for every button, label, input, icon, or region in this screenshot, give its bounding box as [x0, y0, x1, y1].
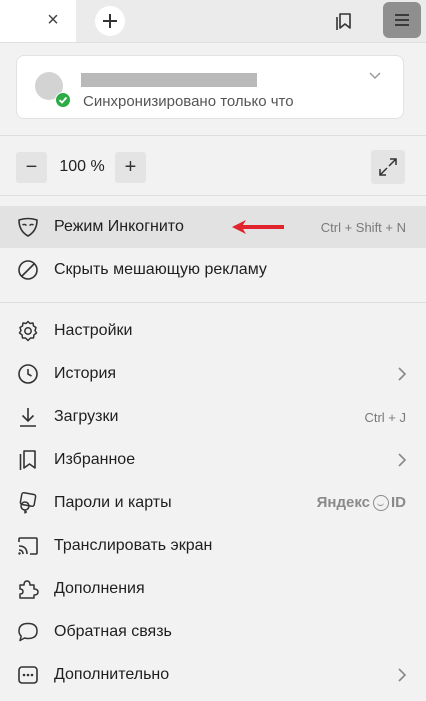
menu-item-block-ads[interactable]: Скрыть мешающую рекламу: [0, 249, 426, 291]
fullscreen-icon: [379, 158, 397, 176]
menu-item-incognito[interactable]: Режим Инкогнито Ctrl + Shift + N: [0, 206, 426, 248]
collections-button[interactable]: [331, 8, 357, 34]
menu-item-label: Скрыть мешающую рекламу: [54, 261, 267, 278]
yandex-id-logo-icon: [373, 494, 389, 511]
menu-item-feedback[interactable]: Обратная связь: [0, 611, 426, 653]
shortcut-hint: Ctrl + J: [364, 410, 406, 425]
divider: [0, 302, 426, 303]
menu-item-label: Дополнения: [54, 580, 145, 597]
plus-icon: [103, 14, 117, 28]
profile-name-redacted: [81, 73, 257, 87]
clock-icon: [18, 364, 38, 384]
chevron-right-icon: [398, 668, 407, 682]
yandex-id-badge: Яндекс ID: [317, 494, 406, 511]
minus-icon: −: [25, 156, 38, 178]
new-tab-button[interactable]: [95, 6, 125, 36]
yandex-id-suffix: ID: [391, 494, 406, 511]
plus-icon: +: [124, 156, 137, 178]
zoom-in-button[interactable]: +: [115, 152, 146, 183]
shortcut-hint: Ctrl + Shift + N: [320, 220, 406, 235]
browser-main-menu: Синхронизировано только что − 100 % + Ре…: [0, 42, 426, 701]
yandex-id-prefix: Яндекс: [316, 494, 370, 511]
menu-item-more[interactable]: Дополнительно: [0, 654, 426, 696]
menu-item-label: Режим Инкогнито: [54, 218, 184, 235]
menu-item-label: Загрузки: [54, 408, 119, 425]
main-menu-button[interactable]: [383, 2, 421, 38]
divider: [0, 195, 426, 196]
key-card-icon: [19, 491, 37, 514]
sync-badge: [55, 92, 71, 108]
hamburger-menu-icon: [395, 14, 409, 26]
fullscreen-button[interactable]: [371, 150, 405, 184]
block-icon: [18, 260, 38, 280]
sync-status: Синхронизировано только что: [83, 93, 294, 110]
zoom-controls: − 100 % +: [0, 135, 426, 196]
menu-item-passwords[interactable]: Пароли и карты Яндекс ID: [0, 482, 426, 524]
menu-item-label: Настройки: [54, 322, 133, 339]
browser-tab-bar: ×: [0, 0, 426, 42]
close-icon: ×: [47, 9, 59, 31]
download-icon: [20, 408, 36, 427]
active-tab[interactable]: ×: [0, 0, 76, 42]
menu-item-settings[interactable]: Настройки: [0, 310, 426, 352]
chevron-right-icon: [398, 453, 407, 467]
menu-item-history[interactable]: История: [0, 353, 426, 395]
cast-icon: [18, 537, 38, 555]
check-circle-icon: [56, 93, 70, 107]
menu-item-label: История: [54, 365, 117, 382]
menu-item-label: Транслировать экран: [54, 537, 213, 554]
profile-card[interactable]: Синхронизировано только что: [16, 55, 404, 119]
chevron-right-icon: [398, 367, 407, 381]
annotation-arrow-icon: [232, 220, 284, 234]
gear-icon: [18, 320, 38, 342]
chat-bubble-icon: [18, 622, 38, 642]
close-tab-button[interactable]: ×: [42, 9, 64, 31]
incognito-mask-icon: [18, 217, 38, 237]
puzzle-icon: [19, 580, 39, 599]
menu-item-bookmarks[interactable]: Избранное: [0, 439, 426, 481]
zoom-out-button[interactable]: −: [16, 152, 47, 183]
menu-item-downloads[interactable]: Загрузки Ctrl + J: [0, 396, 426, 438]
menu-item-label: Обратная связь: [54, 623, 172, 640]
menu-item-extensions[interactable]: Дополнения: [0, 568, 426, 610]
collections-icon: [336, 13, 351, 30]
menu-item-label: Дополнительно: [54, 666, 170, 683]
menu-item-label: Избранное: [54, 451, 136, 468]
zoom-level: 100 %: [59, 158, 105, 175]
more-dots-icon: [18, 666, 38, 684]
menu-item-cast[interactable]: Транслировать экран: [0, 525, 426, 567]
bookmarks-icon: [19, 450, 36, 470]
menu-item-label: Пароли и карты: [54, 494, 172, 511]
chevron-down-icon[interactable]: [367, 68, 383, 84]
